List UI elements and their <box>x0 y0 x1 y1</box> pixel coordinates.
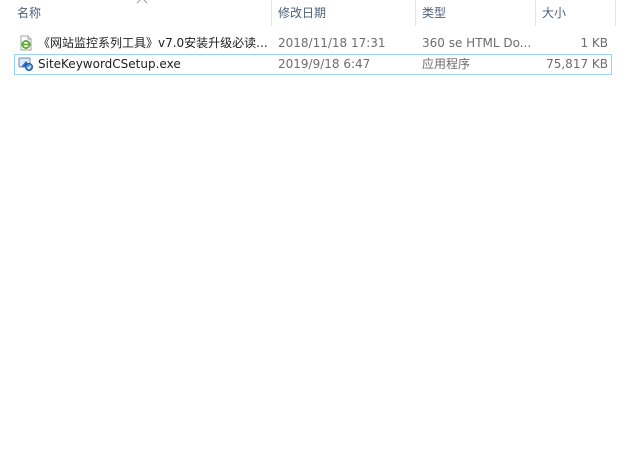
file-type: 360 se HTML Do... <box>422 36 532 50</box>
file-size: 75,817 KB <box>546 57 608 71</box>
installer-exe-icon <box>18 57 33 71</box>
column-header-row: 名称 修改日期 类型 大小 <box>0 0 630 26</box>
file-name: SiteKeywordCSetup.exe <box>38 57 181 71</box>
column-header-date-modified[interactable]: 修改日期 <box>272 0 416 26</box>
file-explorer-view: 名称 修改日期 类型 大小 《网站监控系列工具》v7.0安装升级必读... 20… <box>0 0 630 470</box>
column-header-type[interactable]: 类型 <box>416 0 536 26</box>
html-document-icon <box>20 35 32 51</box>
file-row[interactable]: 《网站监控系列工具》v7.0安装升级必读... 2018/11/18 17:31… <box>14 33 612 54</box>
file-name: 《网站监控系列工具》v7.0安装升级必读... <box>38 36 268 50</box>
file-list: 《网站监控系列工具》v7.0安装升级必读... 2018/11/18 17:31… <box>14 33 612 75</box>
column-header-size[interactable]: 大小 <box>536 0 616 26</box>
file-date-modified: 2019/9/18 6:47 <box>278 57 371 71</box>
column-header-name[interactable]: 名称 <box>10 0 272 26</box>
file-type: 应用程序 <box>422 57 471 71</box>
file-size: 1 KB <box>580 36 608 50</box>
file-date-modified: 2018/11/18 17:31 <box>278 36 386 50</box>
file-row[interactable]: SiteKeywordCSetup.exe 2019/9/18 6:47 应用程… <box>14 54 612 75</box>
